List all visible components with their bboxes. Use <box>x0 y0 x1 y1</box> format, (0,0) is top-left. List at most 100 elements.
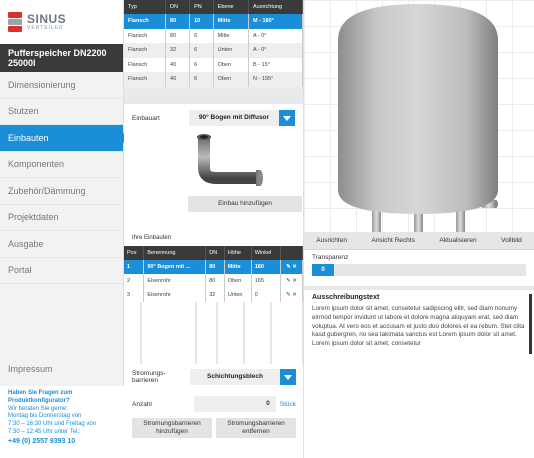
table-row[interactable]: 3 Eisenrohr 32 Unten 0 ✎ ✕ <box>124 288 303 302</box>
einbauten-table-wrap: Pos Benennung DN Höhe Winkel 1 90° Bogen… <box>124 246 303 364</box>
cell: Unten <box>224 288 252 302</box>
logo-sub: VERTEILER <box>27 25 64 31</box>
aktualisieren-button[interactable]: Aktualisieren <box>439 237 476 244</box>
ausrichten-button[interactable]: Ausrichten <box>316 237 347 244</box>
cell: 80 <box>205 260 225 274</box>
cell: B - 15° <box>248 57 303 72</box>
col-benennung[interactable]: Benennung <box>143 246 207 260</box>
einbauart-value[interactable]: 90° Bogen mit Diffusor <box>189 110 279 126</box>
cell: Oben <box>213 57 249 72</box>
cell: Oben <box>224 274 252 288</box>
cell: 0 <box>251 288 281 302</box>
stroemung-select[interactable]: Schichtungsblech <box>190 369 296 385</box>
product-title: Pufferspeicher DN2200 25000l <box>0 44 123 72</box>
col-hoehe[interactable]: Höhe <box>224 246 252 260</box>
col-dn[interactable]: DN <box>165 0 191 14</box>
anzahl-input[interactable]: 0 <box>193 396 276 412</box>
cell: 40 <box>165 72 191 87</box>
logo-mark <box>8 12 22 32</box>
einbauart-select[interactable]: 90° Bogen mit Diffusor <box>189 110 295 126</box>
edit-icon[interactable]: ✎ <box>286 264 291 270</box>
stroemung-remove-line2: entfernen <box>242 427 270 435</box>
chevron-down-icon[interactable] <box>279 110 295 126</box>
col-ebene[interactable]: Ebene <box>213 0 249 14</box>
cell: 6 <box>189 72 214 87</box>
einbau-add-button[interactable]: Einbau hinzufügen <box>188 196 302 212</box>
nav-item-portal[interactable]: Portal <box>0 258 123 284</box>
table-row[interactable]: Flansch 40 6 Oben N - 195° <box>124 72 303 87</box>
3d-viewer[interactable] <box>304 0 534 232</box>
cell: 165 <box>251 274 281 288</box>
nav-item-dimensionierung[interactable]: Dimensionierung <box>0 72 123 99</box>
nav-item-ausgabe[interactable]: Ausgabe <box>0 231 123 258</box>
help-text-4: 7:30 – 12:45 Uhr unter Tel.: <box>8 428 81 435</box>
ansicht-rechts-button[interactable]: Ansicht Rechts <box>371 237 414 244</box>
nav-item-komponenten[interactable]: Komponenten <box>0 152 123 178</box>
table-row[interactable]: Flansch 40 6 Oben B - 15° <box>124 57 303 72</box>
cell: Eisenrohr <box>143 288 207 302</box>
anzahl-label: Anzahl <box>132 400 152 408</box>
stroemung-value[interactable]: Schichtungsblech <box>190 369 280 385</box>
cell: Flansch <box>124 28 167 43</box>
nav-item-projektdaten[interactable]: Projektdaten <box>0 205 123 231</box>
vollbild-button[interactable]: Vollbild <box>501 237 522 244</box>
help-phone[interactable]: +49 (0) 2557 9393 10 <box>8 437 116 446</box>
logo-name: SINUS <box>27 12 67 26</box>
preview-panel: Ausrichten Ansicht Rechts Aktualisieren … <box>304 0 534 458</box>
edit-icon[interactable]: ✎ <box>286 292 291 298</box>
nav-menu: Dimensionierung Stutzen Einbauten Kompon… <box>0 72 129 284</box>
help-text-2: Montag bis Donnerstag von <box>8 413 82 420</box>
product-title-line2: 25000l <box>8 58 36 69</box>
cell: Oben <box>213 72 249 87</box>
nav-item-einbauten[interactable]: Einbauten <box>0 125 129 152</box>
row-actions: ✎ ✕ <box>280 260 303 274</box>
einbau-section: Einbauart 90° Bogen mit Diffusor Einbau … <box>124 98 303 226</box>
table-row[interactable]: Flansch 80 10 Mitte M - 180° <box>124 14 303 29</box>
logo: SINUS VERTEILER <box>0 0 123 44</box>
close-icon[interactable]: ✕ <box>292 264 297 270</box>
stroemung-add-line2: hinzufügen <box>156 427 188 435</box>
edit-icon[interactable]: ✎ <box>286 278 291 284</box>
col-pn[interactable]: PN <box>189 0 214 14</box>
stroemung-remove-line1: Stromungsbarrieren <box>227 420 285 427</box>
transparency-slider[interactable]: 0 <box>312 264 526 276</box>
help-box: Haben Sie Fragen zum Produktkonfigurator… <box>0 386 124 458</box>
cell: M - 180° <box>248 14 303 29</box>
close-icon[interactable]: ✕ <box>292 292 297 298</box>
stroemung-add-line1: Stromungsbarrieren <box>143 420 201 427</box>
stroemung-label-1: Stromungs- <box>132 370 166 377</box>
col-typ[interactable]: Typ <box>124 0 167 14</box>
table-row[interactable]: Flansch 32 6 Unten A - 0° <box>124 43 303 58</box>
product-title-line1: Pufferspeicher DN2200 <box>8 48 107 58</box>
col-ausrichtung[interactable]: Ausrichtung <box>248 0 303 14</box>
table-row[interactable]: Flansch 80 6 Mitte A - 0° <box>124 28 303 43</box>
col-actions <box>280 246 303 260</box>
col-winkel[interactable]: Winkel <box>251 246 281 260</box>
cell: 6 <box>189 43 214 58</box>
transparency-value[interactable]: 0 <box>312 264 334 276</box>
stroemung-section: Stromungs- barrieren Schichtungsblech An… <box>124 366 304 438</box>
cell: 1 <box>124 260 145 274</box>
table-row[interactable]: 2 Eisenrohr 80 Oben 165 ✎ ✕ <box>124 274 303 288</box>
cell: 32 <box>165 43 191 58</box>
scrollbar[interactable] <box>529 294 532 354</box>
cell: 90° Bogen mit ... <box>143 260 207 274</box>
cell: Mitte <box>224 260 252 274</box>
stutzen-table: Typ DN PN Ebene Ausrichtung Flansch 80 1… <box>124 0 303 87</box>
cell: Mitte <box>213 28 249 43</box>
view-toolbar: Ausrichten Ansicht Rechts Aktualisieren … <box>304 232 534 250</box>
nav-item-stutzen[interactable]: Stutzen <box>0 99 123 125</box>
table-grid-lines <box>140 302 303 364</box>
impressum-link[interactable]: Impressum <box>8 364 53 374</box>
col-dn[interactable]: DN <box>205 246 225 260</box>
table-row[interactable]: 1 90° Bogen mit ... 80 Mitte 180 ✎ ✕ <box>124 260 303 274</box>
help-question: Haben Sie Fragen zum Produktkonfigurator… <box>8 390 73 404</box>
stroemung-remove-button[interactable]: Stromungsbarrieren entfernen <box>216 418 296 438</box>
cell: 2 <box>124 274 145 288</box>
col-pos[interactable]: Pos <box>124 246 145 260</box>
nav-item-zubehoer[interactable]: Zubehör/Dämmung <box>0 178 123 205</box>
transparency-label: Transparenz <box>312 254 349 261</box>
stroemung-add-button[interactable]: Stromungsbarrieren hinzufügen <box>132 418 212 438</box>
chevron-down-icon[interactable] <box>280 369 296 385</box>
close-icon[interactable]: ✕ <box>292 278 297 284</box>
